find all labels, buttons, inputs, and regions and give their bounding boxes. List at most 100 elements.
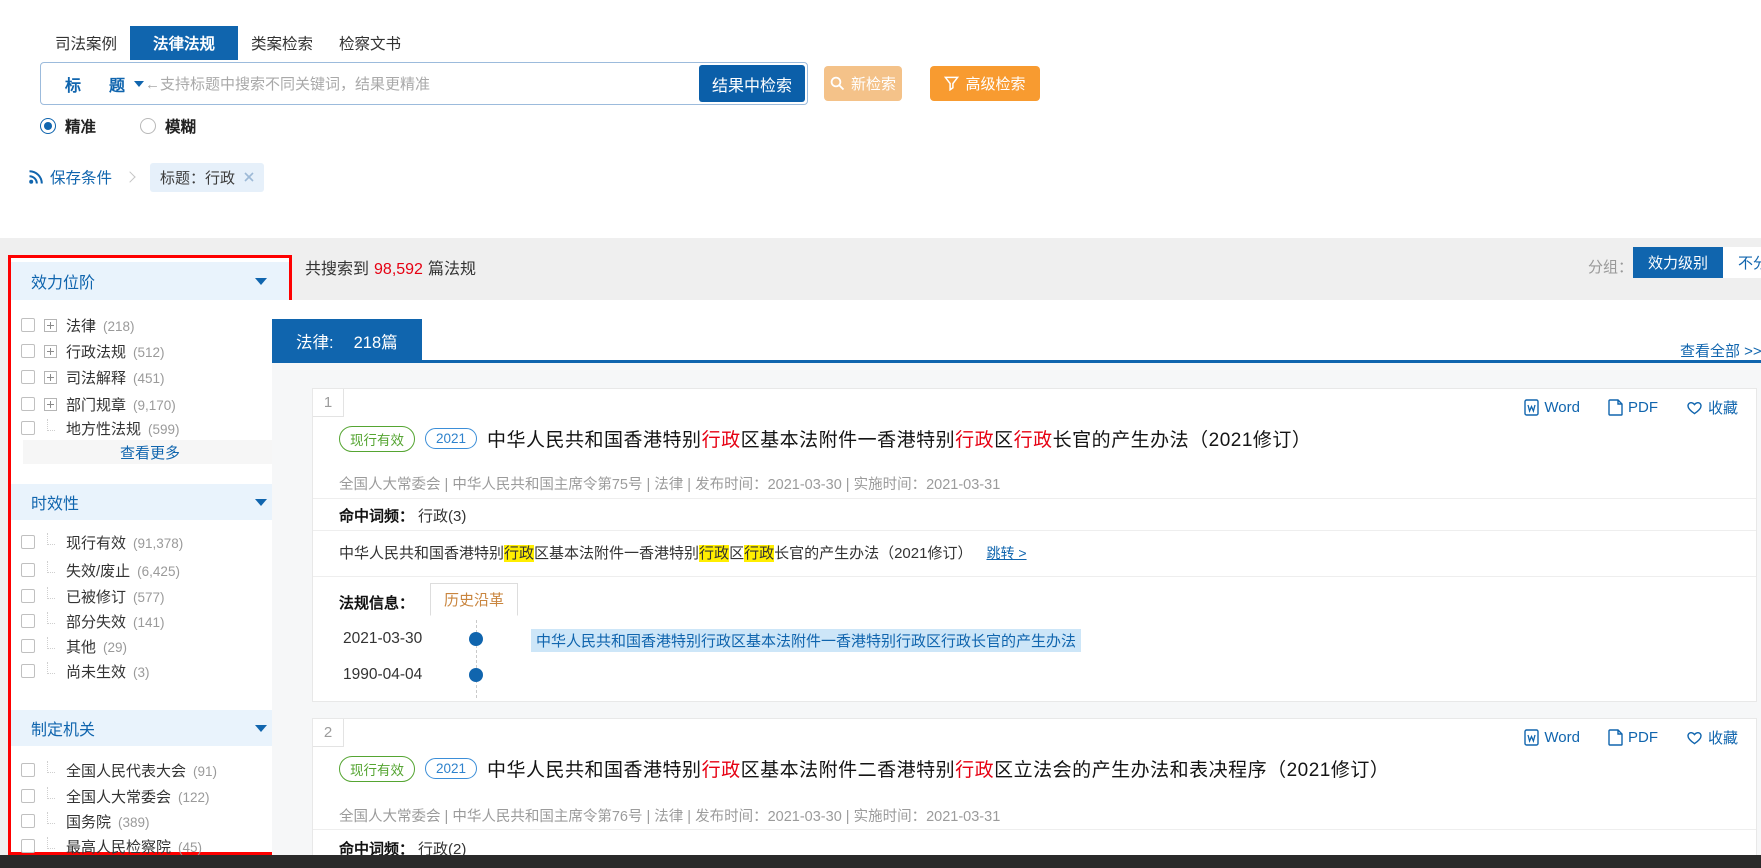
pdf-download-button[interactable]: PDF [1608,727,1658,748]
checkbox[interactable] [21,563,35,577]
result-item-1: 1 Word PDF 收藏 现行有效 2021 中华人民共和国香港特别行政区基本… [312,388,1757,702]
filter-label: 国务院 [66,814,111,831]
tree-branch-icon [47,561,55,573]
top-search-panel: 司法案例 法律法规 类案检索 检察文书 标 题 ←支持标题中搜索不同关键词，结果… [0,0,1761,238]
jump-link[interactable]: 跳转 > [986,545,1026,561]
word-download-button[interactable]: Word [1524,397,1580,418]
snippet-text: 中华人民共和国香港特别行政区基本法附件一香港特别行政区行政长官的产生办法（202… [339,545,972,562]
close-icon[interactable] [244,172,254,182]
hit-value: 行政(3) [418,508,466,525]
group-by-effect-level-button[interactable]: 效力级别 [1633,247,1723,278]
view-all-link[interactable]: 查看全部 >> [1680,340,1761,361]
checkbox[interactable] [21,318,35,332]
filter-label: 失效/废止 [66,563,130,580]
checkbox[interactable] [21,814,35,828]
search-box[interactable]: 标 题 ←支持标题中搜索不同关键词，结果更精准 结果中检索 [40,62,808,105]
save-conditions-link[interactable]: 保存条件 [50,166,112,188]
tree-branch-icon [47,533,55,545]
tab-similar-cases[interactable]: 类案检索 [238,26,326,60]
bottom-scrollbar[interactable] [0,855,1761,868]
group-tab-law[interactable]: 法律: 218篇 [272,319,422,362]
year-badge: 2021 [425,758,477,779]
radio-fuzzy-label: 模糊 [165,115,196,137]
status-badge: 现行有效 [339,756,415,782]
tab-procuratorial-documents[interactable]: 检察文书 [326,26,414,60]
pdf-label: PDF [1628,399,1658,416]
checkbox[interactable] [21,664,35,678]
filter-count: (6,425) [137,564,180,579]
checkbox[interactable] [21,614,35,628]
checkbox[interactable] [21,421,35,435]
tab-laws-regulations[interactable]: 法律法规 [130,26,238,60]
checkbox[interactable] [21,839,35,853]
tree-branch-icon [47,419,55,431]
search-input[interactable]: ←支持标题中搜索不同关键词，结果更精准 [145,63,430,104]
new-search-label: 新检索 [851,73,896,94]
checkbox[interactable] [21,789,35,803]
search-scope-dropdown[interactable]: 标 题 [65,63,144,104]
collapse-caret-icon [255,725,267,732]
funnel-icon [944,76,959,91]
expand-plus-icon[interactable] [44,371,57,384]
divider [313,498,1756,499]
filter-label: 司法解释 [66,370,126,387]
result-title-link[interactable]: 中华人民共和国香港特别行政区基本法附件二香港特别行政区立法会的产生办法和表决程序… [487,755,1389,782]
result-item-2: 2 Word PDF 收藏 现行有效 2021 中华人民共和国香港特别行政区基本… [312,718,1757,868]
search-in-results-button[interactable]: 结果中检索 [699,65,805,102]
group-none-button[interactable]: 不分 [1723,247,1761,278]
hit-frequency-row: 命中词频：行政(3) [339,505,466,526]
tree-branch-icon [47,837,55,849]
checkbox[interactable] [21,344,35,358]
summary-suffix: 篇法规 [428,261,476,278]
checkbox[interactable] [21,763,35,777]
section-title: 制定机关 [31,716,95,740]
condition-tag-label: 标题：行政 [160,167,235,188]
expand-plus-icon[interactable] [44,345,57,358]
checkbox[interactable] [21,370,35,384]
divider [313,576,1756,577]
filter-count: (91) [193,764,217,779]
result-title-link[interactable]: 中华人民共和国香港特别行政区基本法附件一香港特别行政区行政长官的产生办法（202… [487,425,1311,452]
group-tab-underline [272,360,1761,363]
result-meta: 全国人大常委会 | 中华人民共和国主席令第75号 | 法律 | 发布时间：202… [339,473,1000,494]
group-tab-count: 218篇 [354,329,398,353]
radio-unselected-icon [140,118,156,134]
favorite-button[interactable]: 收藏 [1686,397,1738,418]
view-more-button[interactable]: 查看更多 [23,440,277,464]
year-badge: 2021 [425,428,477,449]
filter-count: (512) [133,345,165,360]
new-search-button[interactable]: 新检索 [824,66,902,101]
word-download-button[interactable]: Word [1524,727,1580,748]
tree-branch-icon [47,812,55,824]
filter-count: (599) [148,422,180,437]
filter-section-effect-level-header[interactable]: 效力位阶 [11,262,289,300]
result-index: 1 [313,389,344,417]
checkbox[interactable] [21,535,35,549]
regulation-info-label: 法规信息： [339,592,414,613]
favorite-label: 收藏 [1708,397,1738,418]
hit-label: 命中词频： [339,508,414,525]
filter-section-issuing-authority-header[interactable]: 制定机关 [11,710,289,746]
checkbox[interactable] [21,639,35,653]
radio-precise[interactable]: 精准 [40,115,96,137]
collapse-caret-icon [255,278,267,285]
filter-section-validity-header[interactable]: 时效性 [11,484,289,520]
timeline-doc-link[interactable]: 中华人民共和国香港特别行政区基本法附件一香港特别行政区行政长官的产生办法 [531,629,1081,652]
tab-judicial-cases[interactable]: 司法案例 [42,26,130,60]
radio-fuzzy[interactable]: 模糊 [140,115,196,137]
rss-save-icon [28,169,44,185]
expand-plus-icon[interactable] [44,319,57,332]
expand-plus-icon[interactable] [44,398,57,411]
favorite-button[interactable]: 收藏 [1686,727,1738,748]
tree-branch-icon [47,637,55,649]
pdf-download-button[interactable]: PDF [1608,397,1658,418]
history-evolution-tab[interactable]: 历史沿革 [430,583,518,616]
advanced-search-button[interactable]: 高级检索 [930,66,1040,101]
checkbox[interactable] [21,589,35,603]
filter-label: 部门规章 [66,397,126,414]
filter-count: (451) [133,371,165,386]
search-condition-tag[interactable]: 标题：行政 [150,163,264,192]
pdf-doc-icon [1608,729,1623,746]
checkbox[interactable] [21,397,35,411]
timeline-dot-icon [469,668,483,682]
